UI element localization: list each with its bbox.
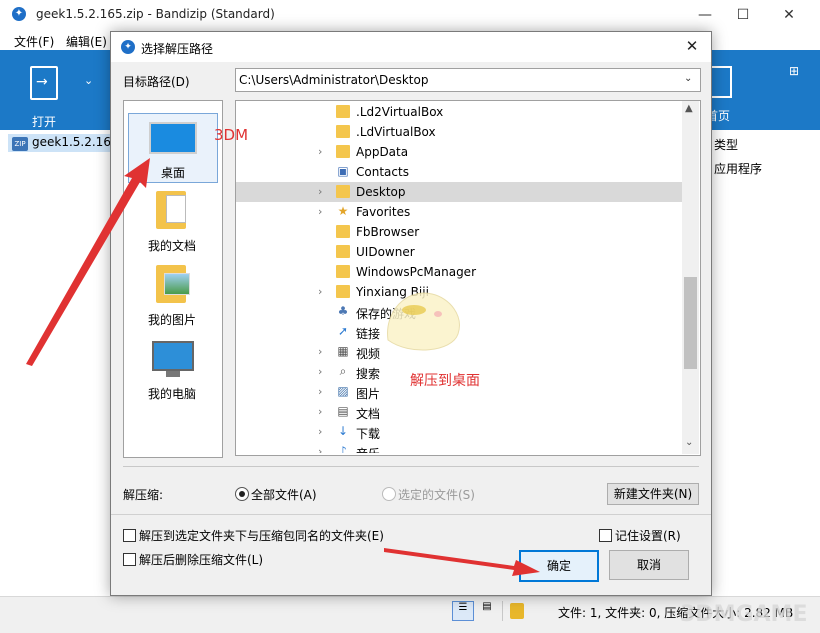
annotation-3dm-label: 3DM — [214, 126, 249, 144]
mascot-watermark-icon — [387, 292, 460, 351]
site-watermark: 3DMGAME — [680, 602, 808, 627]
annotation-extract-desktop: 解压到桌面 — [410, 373, 480, 389]
arrow-to-ok-button — [384, 548, 540, 576]
arrow-to-desktop — [26, 158, 150, 366]
